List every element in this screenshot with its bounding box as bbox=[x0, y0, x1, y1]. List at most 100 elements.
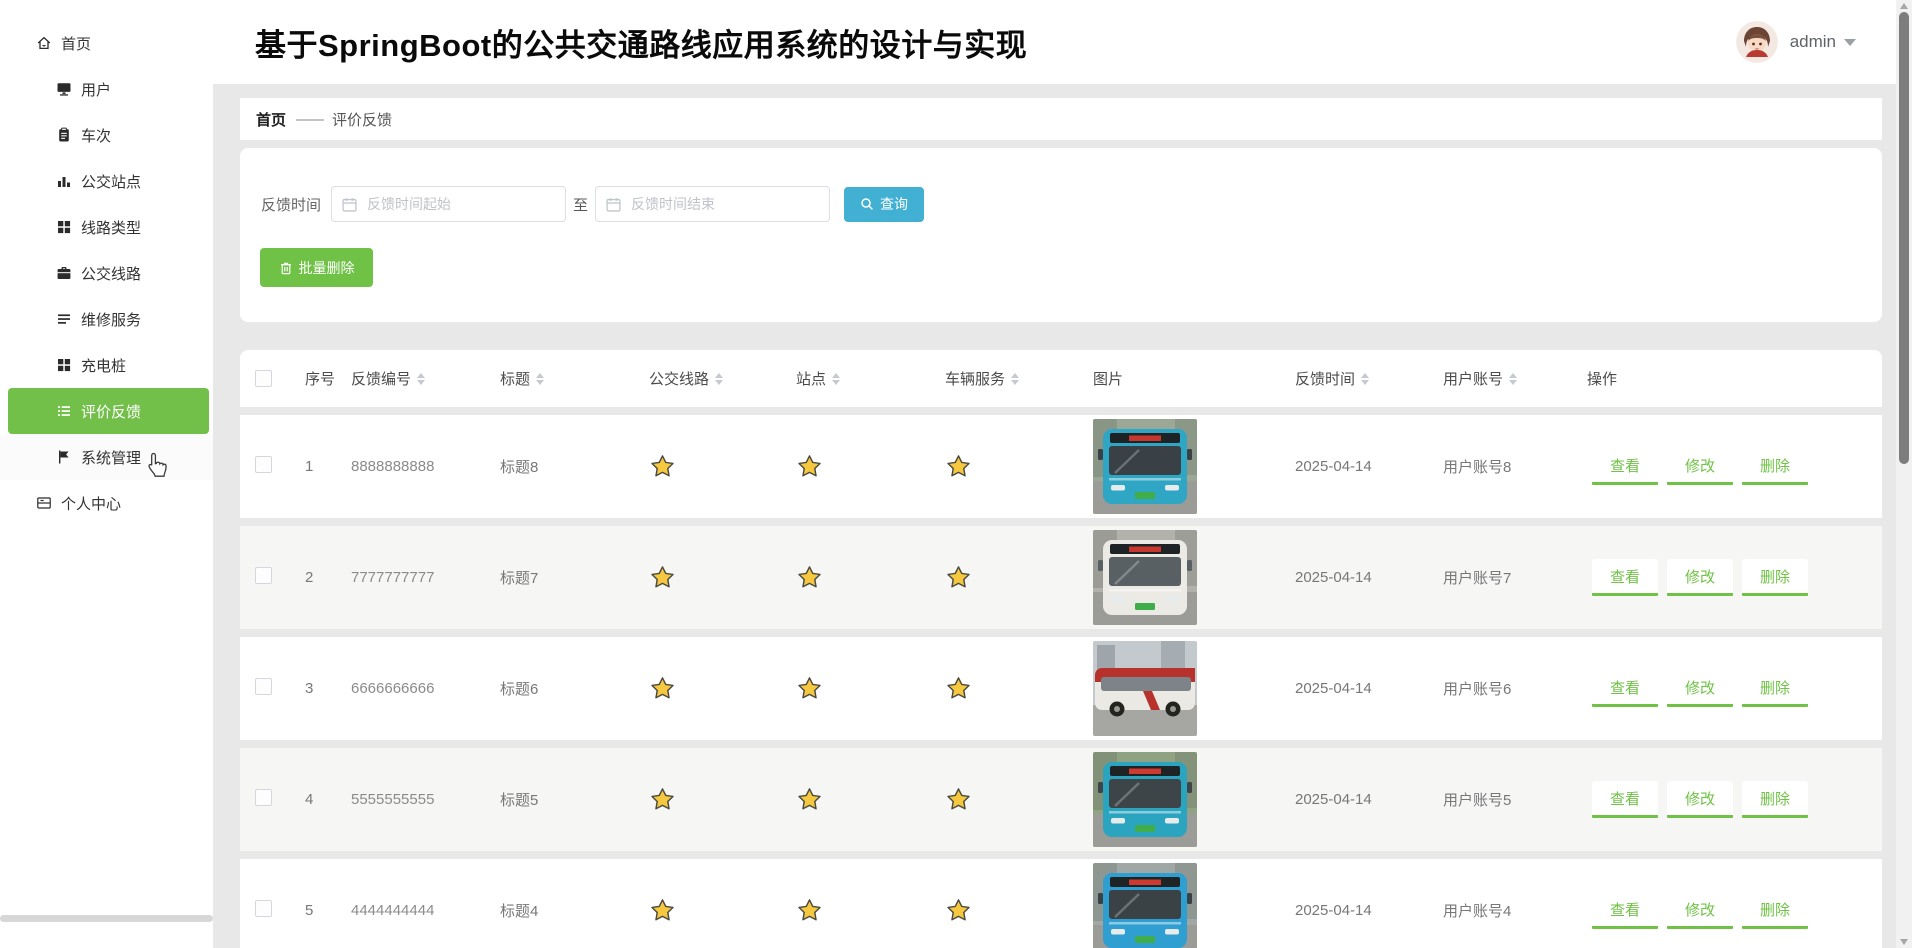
feedback-time-end-input[interactable] bbox=[629, 195, 819, 213]
edit-button[interactable]: 修改 bbox=[1667, 448, 1733, 485]
row-checkbox[interactable] bbox=[255, 789, 272, 806]
sidebar-bottom-divider bbox=[0, 915, 213, 922]
scroll-up-arrow-icon[interactable] bbox=[1900, 3, 1908, 9]
sidebar-item-2[interactable]: 车次 bbox=[0, 112, 213, 158]
edit-button[interactable]: 修改 bbox=[1667, 559, 1733, 596]
sidebar-item-label: 评价反馈 bbox=[81, 401, 141, 422]
column-header-vehicle_service[interactable]: 车辆服务 bbox=[945, 368, 1093, 389]
edit-button[interactable]: 修改 bbox=[1667, 670, 1733, 707]
bus-image[interactable] bbox=[1093, 641, 1197, 736]
feedback-table: 序号反馈编号标题公交线路站点车辆服务图片反馈时间用户账号操作 188888888… bbox=[240, 350, 1882, 948]
star-rating-icon bbox=[796, 897, 945, 924]
delete-button[interactable]: 删除 bbox=[1742, 448, 1808, 485]
sidebar-item-1[interactable]: 用户 bbox=[0, 66, 213, 112]
sidebar-item-10[interactable]: 个人中心 bbox=[0, 480, 213, 526]
edit-button[interactable]: 修改 bbox=[1667, 892, 1733, 929]
sidebar-item-label: 公交站点 bbox=[81, 171, 141, 192]
column-label: 站点 bbox=[796, 368, 826, 389]
caret-down-icon bbox=[1844, 39, 1856, 46]
sort-carets-icon[interactable] bbox=[417, 373, 425, 385]
breadcrumb-home-link[interactable]: 首页 bbox=[256, 109, 286, 130]
column-label: 反馈时间 bbox=[1295, 368, 1355, 389]
view-button[interactable]: 查看 bbox=[1592, 892, 1658, 929]
user-menu[interactable]: admin bbox=[1736, 21, 1856, 63]
table-header-row: 序号反馈编号标题公交线路站点车辆服务图片反馈时间用户账号操作 bbox=[240, 350, 1882, 407]
row-checkbox[interactable] bbox=[255, 567, 272, 584]
sort-carets-icon[interactable] bbox=[1011, 373, 1019, 385]
column-header-index: 序号 bbox=[290, 368, 351, 389]
sidebar-item-9[interactable]: 系统管理 bbox=[0, 434, 213, 480]
flag-icon bbox=[56, 449, 72, 465]
star-rating-icon bbox=[796, 564, 945, 591]
view-button[interactable]: 查看 bbox=[1592, 448, 1658, 485]
bus-image[interactable] bbox=[1093, 863, 1197, 948]
list-icon bbox=[56, 403, 72, 419]
scrollbar-thumb[interactable] bbox=[1899, 12, 1909, 464]
sidebar-item-7[interactable]: 充电桩 bbox=[0, 342, 213, 388]
bus-image[interactable] bbox=[1093, 752, 1197, 847]
sort-carets-icon[interactable] bbox=[832, 373, 840, 385]
header: 基于SpringBoot的公共交通路线应用系统的设计与实现 admin bbox=[213, 0, 1896, 84]
delete-button[interactable]: 删除 bbox=[1742, 670, 1808, 707]
cell-index: 4 bbox=[290, 791, 351, 808]
bus-image[interactable] bbox=[1093, 530, 1197, 625]
cell-bus-line-rating bbox=[649, 786, 796, 813]
delete-button[interactable]: 删除 bbox=[1742, 781, 1808, 818]
sort-carets-icon[interactable] bbox=[536, 373, 544, 385]
row-checkbox[interactable] bbox=[255, 678, 272, 695]
sidebar-item-5[interactable]: 公交线路 bbox=[0, 250, 213, 296]
table-row-2: 27777777777标题72025-04-14用户账号7查看修改删除 bbox=[240, 526, 1882, 629]
star-rating-icon bbox=[945, 786, 1093, 813]
column-header-feedback_no[interactable]: 反馈编号 bbox=[351, 368, 500, 389]
sidebar-item-0[interactable]: 首页 bbox=[0, 20, 213, 66]
column-header-bus_line[interactable]: 公交线路 bbox=[649, 368, 796, 389]
edit-button[interactable]: 修改 bbox=[1667, 781, 1733, 818]
star-rating-icon bbox=[945, 675, 1093, 702]
cell-vehicle-service-rating bbox=[945, 564, 1093, 591]
sort-carets-icon[interactable] bbox=[1361, 373, 1369, 385]
select-all-checkbox[interactable] bbox=[255, 370, 272, 387]
scroll-down-arrow-icon[interactable] bbox=[1900, 939, 1908, 945]
feedback-time-start-input[interactable] bbox=[365, 195, 555, 213]
lines-icon bbox=[56, 311, 72, 327]
batch-delete-button[interactable]: 批量删除 bbox=[260, 248, 373, 287]
row-checkbox[interactable] bbox=[255, 456, 272, 473]
sidebar-item-label: 首页 bbox=[61, 33, 91, 54]
view-button[interactable]: 查看 bbox=[1592, 781, 1658, 818]
query-button[interactable]: 查询 bbox=[844, 187, 924, 222]
sidebar-item-label: 个人中心 bbox=[61, 493, 121, 514]
cell-image bbox=[1093, 419, 1295, 514]
column-header-feedback_time[interactable]: 反馈时间 bbox=[1295, 368, 1443, 389]
cell-index: 5 bbox=[290, 902, 351, 919]
cell-actions: 查看修改删除 bbox=[1587, 670, 1882, 707]
sidebar-item-4[interactable]: 线路类型 bbox=[0, 204, 213, 250]
sidebar-item-8[interactable]: 评价反馈 bbox=[8, 388, 209, 434]
star-rating-icon bbox=[945, 453, 1093, 480]
column-header-user_account[interactable]: 用户账号 bbox=[1443, 368, 1587, 389]
feedback-time-end-field[interactable] bbox=[595, 186, 830, 222]
feedback-time-start-field[interactable] bbox=[331, 186, 566, 222]
star-rating-icon bbox=[945, 897, 1093, 924]
row-checkbox[interactable] bbox=[255, 900, 272, 917]
delete-button[interactable]: 删除 bbox=[1742, 559, 1808, 596]
cell-bus-line-rating bbox=[649, 564, 796, 591]
calendar-icon bbox=[606, 197, 621, 212]
filter-row: 反馈时间 至 查询 bbox=[261, 186, 924, 222]
sort-carets-icon[interactable] bbox=[715, 373, 723, 385]
view-button[interactable]: 查看 bbox=[1592, 559, 1658, 596]
clipboard-icon bbox=[56, 127, 72, 143]
avatar[interactable] bbox=[1736, 21, 1778, 63]
vertical-scrollbar[interactable] bbox=[1896, 0, 1912, 948]
column-header-station[interactable]: 站点 bbox=[796, 368, 945, 389]
cell-title: 标题5 bbox=[500, 789, 649, 810]
sort-carets-icon[interactable] bbox=[1509, 373, 1517, 385]
bar-chart-icon bbox=[56, 173, 72, 189]
sidebar-item-6[interactable]: 维修服务 bbox=[0, 296, 213, 342]
delete-button[interactable]: 删除 bbox=[1742, 892, 1808, 929]
column-header-title[interactable]: 标题 bbox=[500, 368, 649, 389]
bus-image[interactable] bbox=[1093, 419, 1197, 514]
column-label: 序号 bbox=[305, 368, 335, 389]
sidebar-item-3[interactable]: 公交站点 bbox=[0, 158, 213, 204]
grid-icon bbox=[56, 219, 72, 235]
view-button[interactable]: 查看 bbox=[1592, 670, 1658, 707]
